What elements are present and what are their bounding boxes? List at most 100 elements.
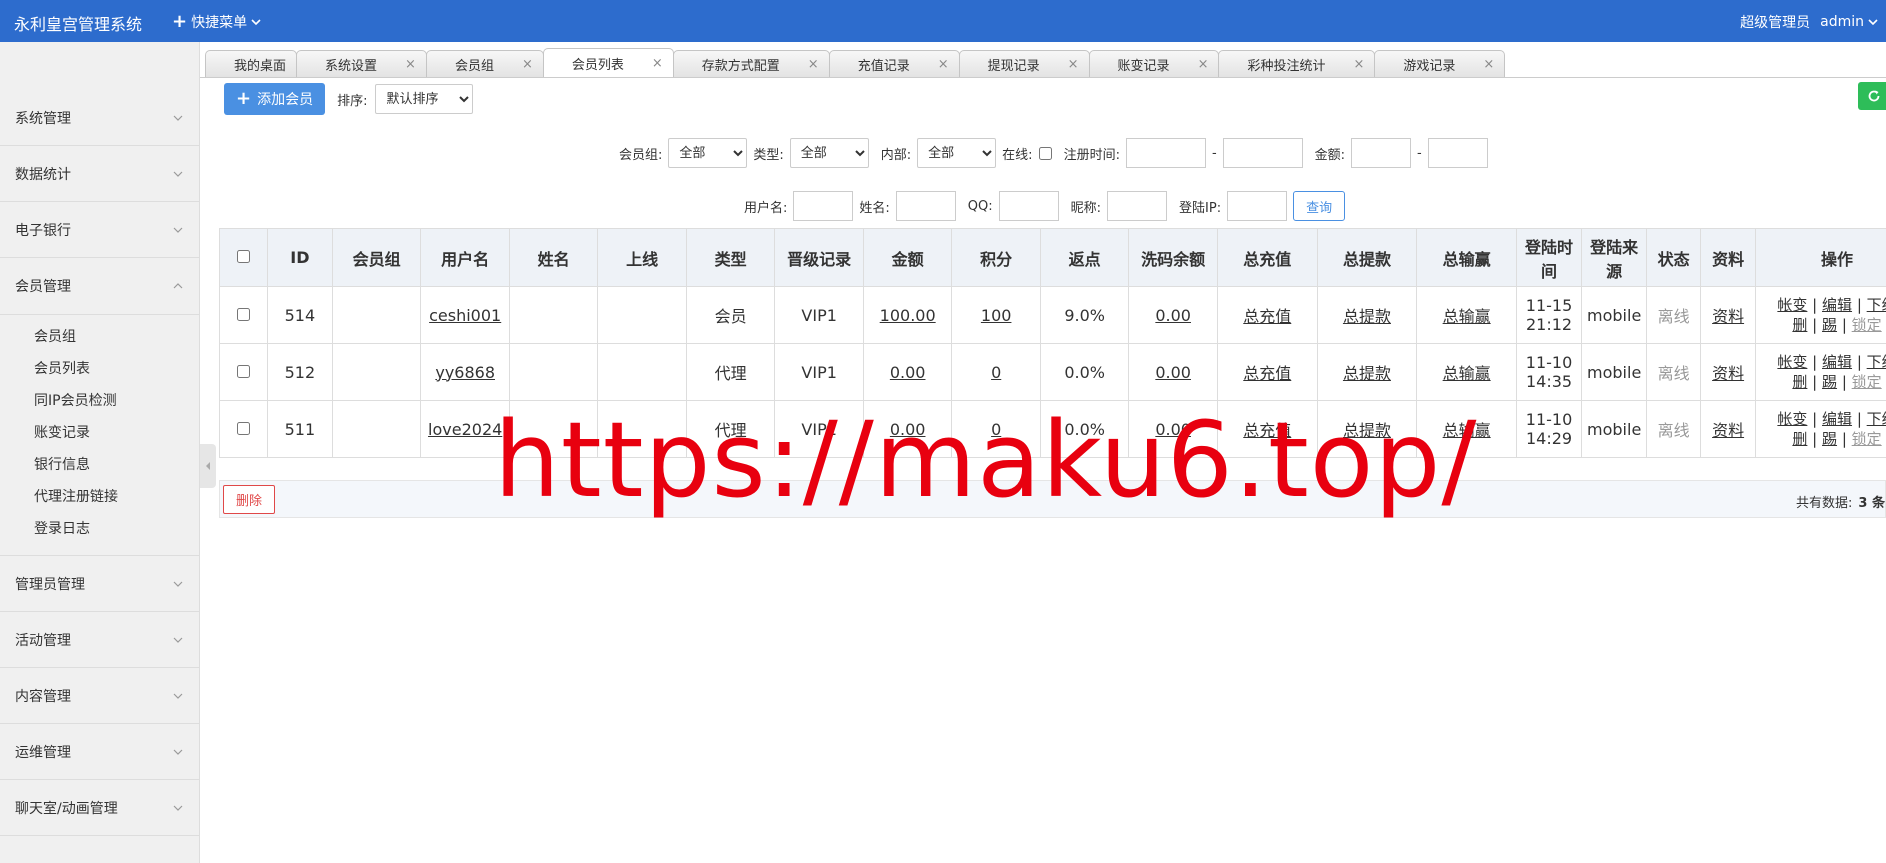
edit-link[interactable]: 编辑	[1822, 296, 1852, 314]
tab-recharge-records[interactable]: 充值记录 ×	[828, 50, 960, 77]
sort-select[interactable]: 默认排序	[375, 84, 474, 114]
member-group-select[interactable]: 全部	[668, 138, 748, 168]
sidebar-group-system[interactable]: 系统管理	[0, 90, 199, 146]
cell-type: 代理	[685, 343, 776, 401]
query-button[interactable]: 查询	[1293, 191, 1346, 221]
sidebar-collapse-toggle[interactable]	[200, 444, 216, 488]
amount-max-input[interactable]	[1427, 138, 1488, 168]
sidebar-item-account-changes[interactable]: 账变记录	[0, 417, 199, 449]
tab-lottery-stats[interactable]: 彩种投注统计 ×	[1218, 50, 1376, 77]
sidebar-group-content[interactable]: 内容管理	[0, 668, 199, 724]
delete-link[interactable]: 删	[1792, 430, 1807, 448]
username-link[interactable]: love2024	[428, 420, 502, 439]
subordinates-link[interactable]: 下级	[1867, 353, 1886, 371]
kick-link[interactable]: 踢	[1822, 373, 1837, 391]
cell-group	[331, 343, 422, 401]
profile-link[interactable]: 资料	[1712, 364, 1744, 383]
total-withdraw-link[interactable]: 总提款	[1343, 364, 1391, 383]
delete-button[interactable]: 删除	[223, 485, 276, 514]
edit-link[interactable]: 编辑	[1822, 353, 1852, 371]
tab-withdraw-records[interactable]: 提现记录 ×	[958, 50, 1090, 77]
amount-link[interactable]: 0.00	[890, 363, 926, 382]
regtime-start-input[interactable]	[1125, 138, 1206, 168]
tab-member-list[interactable]: 会员列表 ×	[542, 48, 674, 77]
refresh-button[interactable]	[1858, 82, 1886, 110]
row-checkbox[interactable]	[236, 307, 250, 321]
tab-system-settings[interactable]: 系统设置 ×	[296, 50, 427, 77]
amount-min-input[interactable]	[1351, 138, 1412, 168]
amount-link[interactable]: 100.00	[880, 306, 936, 325]
quick-menu-button[interactable]: + 快捷菜单	[172, 12, 261, 32]
name-input[interactable]	[895, 191, 956, 221]
delete-link[interactable]: 删	[1792, 373, 1807, 391]
kick-link[interactable]: 踢	[1822, 316, 1837, 334]
subordinates-link[interactable]: 下级	[1867, 296, 1886, 314]
sidebar-group-members[interactable]: 会员管理	[0, 258, 199, 314]
close-icon[interactable]: ×	[1198, 57, 1209, 72]
points-link[interactable]: 0	[991, 363, 1001, 382]
online-checkbox[interactable]	[1038, 146, 1052, 160]
qq-input[interactable]	[998, 191, 1059, 221]
tab-deposit-config[interactable]: 存款方式配置 ×	[672, 50, 830, 77]
total-winloss-link[interactable]: 总输赢	[1443, 307, 1491, 326]
close-icon[interactable]: ×	[938, 57, 949, 72]
row-checkbox[interactable]	[236, 364, 250, 378]
total-withdraw-link[interactable]: 总提款	[1343, 307, 1391, 326]
account-change-link[interactable]: 帐变	[1777, 410, 1807, 428]
kick-link[interactable]: 踢	[1822, 430, 1837, 448]
sidebar-group-ops[interactable]: 运维管理	[0, 724, 199, 780]
internal-select[interactable]: 全部	[917, 138, 997, 168]
lock-link[interactable]: 锁定	[1852, 316, 1882, 334]
tab-desktop[interactable]: 我的桌面	[205, 50, 298, 77]
add-member-button[interactable]: + 添加会员	[224, 83, 326, 115]
account-change-link[interactable]: 帐变	[1777, 296, 1807, 314]
type-filter-label: 类型:	[753, 147, 784, 163]
sidebar-item-member-list[interactable]: 会员列表	[0, 353, 199, 385]
sidebar-item-member-group[interactable]: 会员组	[0, 321, 199, 353]
close-icon[interactable]: ×	[1068, 57, 1079, 72]
select-all-checkbox[interactable]	[236, 250, 250, 263]
sidebar-item-agent-links[interactable]: 代理注册链接	[0, 481, 199, 513]
profile-link[interactable]: 资料	[1712, 421, 1744, 440]
delete-link[interactable]: 删	[1792, 316, 1807, 334]
close-icon[interactable]: ×	[652, 56, 663, 71]
close-icon[interactable]: ×	[405, 57, 416, 72]
sidebar-group-ebank[interactable]: 电子银行	[0, 202, 199, 258]
total-winloss-link[interactable]: 总输赢	[1443, 364, 1491, 383]
tab-member-group[interactable]: 会员组 ×	[425, 50, 544, 77]
points-link[interactable]: 100	[981, 306, 1012, 325]
type-select[interactable]: 全部	[789, 138, 869, 168]
column-header: 总提款	[1316, 228, 1418, 287]
subordinates-link[interactable]: 下级	[1867, 410, 1886, 428]
tab-game-records[interactable]: 游戏记录 ×	[1374, 50, 1506, 77]
nickname-input[interactable]	[1107, 191, 1168, 221]
sidebar-item-bank-info[interactable]: 银行信息	[0, 449, 199, 481]
close-icon[interactable]: ×	[522, 57, 533, 72]
sidebar-item-login-log[interactable]: 登录日志	[0, 513, 199, 545]
sidebar-group-activities[interactable]: 活动管理	[0, 612, 199, 668]
username-input[interactable]	[793, 191, 854, 221]
lock-link[interactable]: 锁定	[1852, 373, 1882, 391]
profile-link[interactable]: 资料	[1712, 307, 1744, 326]
sidebar-group-stats[interactable]: 数据统计	[0, 146, 199, 202]
row-checkbox[interactable]	[236, 421, 250, 435]
sidebar-group-admins[interactable]: 管理员管理	[0, 556, 199, 612]
wash-link[interactable]: 0.00	[1155, 306, 1191, 325]
lock-link[interactable]: 锁定	[1852, 430, 1882, 448]
loginip-input[interactable]	[1227, 191, 1288, 221]
close-icon[interactable]: ×	[1483, 57, 1494, 72]
close-icon[interactable]: ×	[808, 57, 819, 72]
edit-link[interactable]: 编辑	[1822, 410, 1852, 428]
username-link[interactable]: yy6868	[435, 363, 495, 382]
close-icon[interactable]: ×	[1353, 57, 1364, 72]
user-menu[interactable]: admin	[1820, 14, 1878, 30]
total-recharge-link[interactable]: 总充值	[1243, 307, 1291, 326]
wash-link[interactable]: 0.00	[1155, 363, 1191, 382]
tab-account-changes[interactable]: 账变记录 ×	[1088, 50, 1220, 77]
sidebar-item-same-ip[interactable]: 同IP会员检测	[0, 385, 199, 417]
username-link[interactable]: ceshi001	[429, 306, 501, 325]
total-recharge-link[interactable]: 总充值	[1243, 364, 1291, 383]
sidebar-group-chatroom[interactable]: 聊天室/动画管理	[0, 780, 199, 836]
account-change-link[interactable]: 帐变	[1777, 353, 1807, 371]
regtime-end-input[interactable]	[1222, 138, 1303, 168]
